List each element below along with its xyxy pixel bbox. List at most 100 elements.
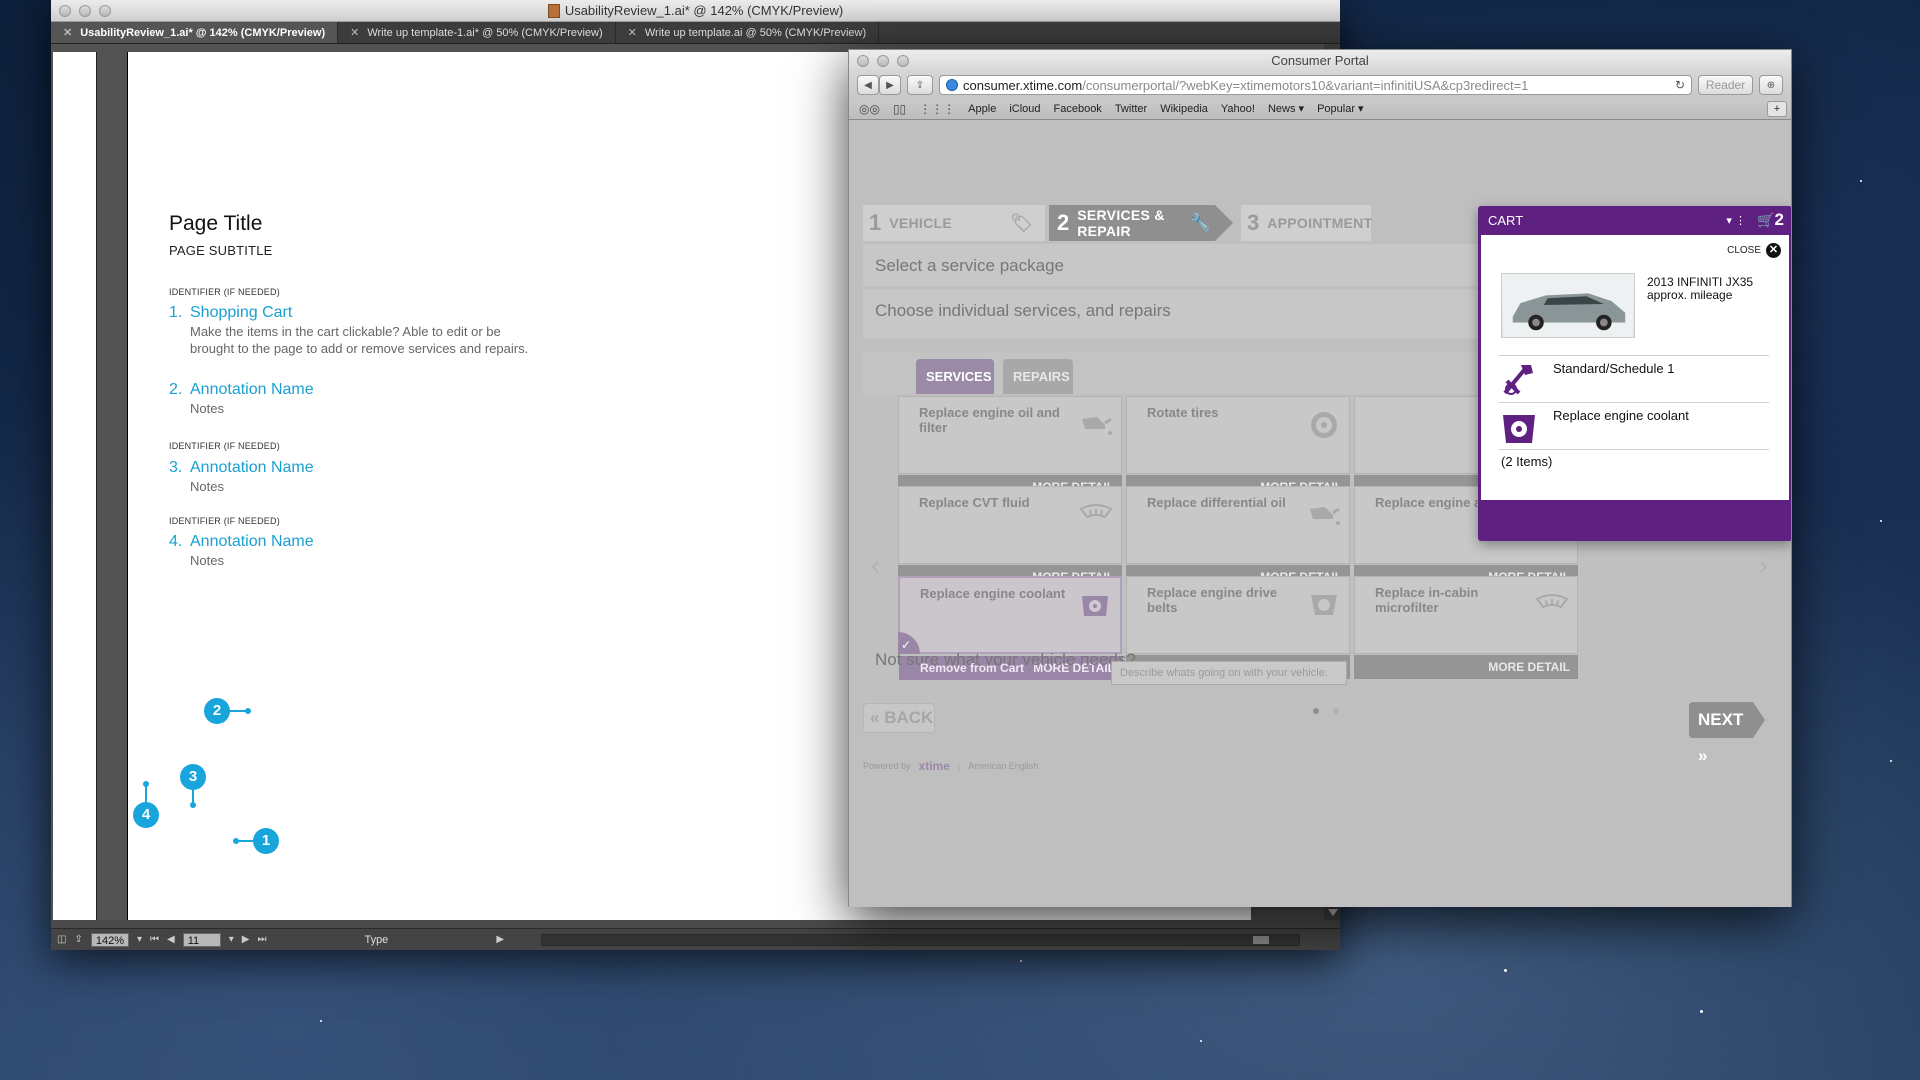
bookmark-apple[interactable]: Apple [968,103,996,115]
annotation-name[interactable]: Annotation Name [190,459,314,477]
bookmark-facebook[interactable]: Facebook [1054,103,1102,115]
annotation-name[interactable]: Annotation Name [190,533,314,551]
bookmark-wikipedia[interactable]: Wikipedia [1160,103,1208,115]
zoom-dropdown-icon[interactable]: ▾ [137,934,142,945]
window-controls [857,55,909,67]
tab-services[interactable]: SERVICES [916,359,994,395]
doc-tab-usability-review[interactable]: ✕ UsabilityReview_1.ai* @ 142% (CMYK/Pre… [51,22,339,43]
service-card[interactable]: Replace in-cabin microfilter MORE DETAIL [1354,576,1578,679]
language-link[interactable]: American English [968,761,1038,771]
describe-issue-input[interactable]: Describe whats going on with your vehicl… [1111,661,1347,685]
artboard-number-field[interactable]: 11 [182,932,221,947]
annotation-notes[interactable]: Make the items in the cart clickable? Ab… [190,323,540,357]
next-button-arrow[interactable] [1753,702,1765,738]
annotation-number[interactable]: 4. [169,533,182,551]
annotation-marker-2[interactable]: 2 [204,698,230,724]
reading-list-icon[interactable]: ◎◎ [859,102,880,116]
prev-artboard-icon[interactable]: ◀ [167,934,175,945]
forward-nav-icon[interactable]: ▶ [879,75,901,95]
share-icon[interactable]: ⇪ [74,934,82,945]
annotation-number[interactable]: 1. [169,304,182,322]
service-card[interactable]: Rotate tires MORE DETAIL [1126,396,1350,499]
back-button[interactable]: « BACK [863,703,935,733]
doc-tab-write-up-template-1[interactable]: ✕ Write up template-1.ai* @ 50% (CMYK/Pr… [338,22,616,43]
pager-dot-active[interactable] [1313,708,1319,714]
cart-header[interactable]: CART ▾ ⋮ 🛒2 [1478,206,1791,235]
cart-item-label[interactable]: Replace engine coolant [1553,408,1689,423]
step-vehicle[interactable]: 1 VEHICLE 🏷 [863,205,1045,241]
identifier-label[interactable]: IDENTIFIER (IF NEEDED) [169,441,280,451]
tab-repairs[interactable]: REPAIRS [1003,359,1073,395]
close-tab-icon[interactable]: ✕ [63,26,72,39]
last-artboard-icon[interactable]: ⏭ [257,934,266,945]
annotation-marker-3[interactable]: 3 [180,764,206,790]
doc-tab-label: Write up template-1.ai* @ 50% (CMYK/Prev… [367,26,603,39]
close-window-button[interactable] [857,55,869,67]
page-title[interactable]: Page Title [169,212,262,236]
annotation-name[interactable]: Shopping Cart [190,304,292,322]
annotation-number[interactable]: 2. [169,381,182,399]
cart-close-button[interactable]: CLOSE ✕ [1727,243,1781,258]
annotation-notes[interactable]: Notes [190,400,540,417]
annotation-notes[interactable]: Notes [190,552,540,569]
reload-icon[interactable]: ↻ [1675,78,1685,92]
first-artboard-icon[interactable]: ⏮ [150,934,159,945]
close-tab-icon[interactable]: ✕ [350,26,359,39]
annotation-marker-1[interactable]: 1 [253,828,279,854]
step-appointment[interactable]: 3 APPOINTMENT [1241,205,1372,241]
remove-from-cart-button[interactable]: Remove from Cart [920,656,1024,680]
artboard-dropdown-icon[interactable]: ▾ [229,934,234,945]
step-services-repair[interactable]: 2 SERVICES & REPAIR 🔧 [1049,205,1215,241]
bookmark-yahoo[interactable]: Yahoo! [1221,103,1255,115]
page-subtitle[interactable]: PAGE SUBTITLE [169,243,273,258]
top-sites-icon[interactable]: ⋮⋮⋮ [919,102,955,116]
identifier-label[interactable]: IDENTIFIER (IF NEEDED) [169,287,280,297]
footer-divider: | [957,761,961,771]
annotation-name[interactable]: Annotation Name [190,381,314,399]
document-icon [547,3,560,18]
status-menu-icon[interactable]: ▶ [496,934,504,945]
chevron-down-icon[interactable]: ▾ ⋮ [1726,214,1746,227]
service-card-selected[interactable]: Replace engine coolant ✓ Remove from Car… [898,576,1123,680]
bookmarks-icon[interactable]: ▯▯ [893,102,906,116]
next-button[interactable]: NEXT » [1689,702,1753,765]
annotation-marker-4[interactable]: 4 [133,802,159,828]
annotation-number[interactable]: 3. [169,459,182,477]
identifier-label[interactable]: IDENTIFIER (IF NEEDED) [169,516,280,526]
pager-dot[interactable] [1333,708,1339,714]
service-card[interactable]: Replace differential oil MORE DETAIL [1126,486,1350,589]
address-bar[interactable]: consumer.xtime.com/consumerportal/?webKe… [939,75,1692,95]
service-card[interactable]: Replace engine oil and filter MORE DETAI… [898,396,1122,499]
service-card[interactable]: Replace engine drive belts MORE DETAIL [1126,576,1350,679]
bookmark-twitter[interactable]: Twitter [1115,103,1147,115]
reader-button[interactable]: Reader [1698,75,1753,95]
more-detail-button[interactable]: MORE DETAIL [1354,655,1578,679]
bookmark-icloud[interactable]: iCloud [1009,103,1040,115]
cart-item-label[interactable]: Standard/Schedule 1 [1553,361,1674,376]
close-tab-icon[interactable]: ✕ [628,26,637,39]
next-artboard-icon[interactable]: ▶ [242,934,250,945]
oil-can-icon [1310,507,1340,525]
close-window-button[interactable] [59,5,71,17]
zoom-window-button[interactable] [897,55,909,67]
minimize-window-button[interactable] [877,55,889,67]
zoom-field[interactable]: 142% [90,932,129,947]
downloads-icon[interactable]: ⊕ [1759,75,1783,95]
horizontal-scrollbar[interactable] [541,934,1300,946]
share-icon[interactable]: ⇪ [907,75,933,95]
bookmark-news[interactable]: News ▾ [1268,102,1304,115]
bookmark-popular[interactable]: Popular ▾ [1317,102,1364,115]
scroll-down-icon[interactable] [1328,909,1338,916]
scroll-thumb[interactable] [1253,936,1269,944]
back-nav-icon[interactable]: ◀ [857,75,879,95]
annotation-notes[interactable]: Notes [190,478,540,495]
status-bar: ◫ ⇪ 142% ▾ ⏮ ◀ 11 ▾ ▶ ⏭ Type ▶ [51,928,1340,950]
zoom-window-button[interactable] [99,5,111,17]
carousel-prev-icon[interactable]: ‹ [871,550,880,581]
doc-tab-write-up-template[interactable]: ✕ Write up template.ai @ 50% (CMYK/Previ… [616,22,880,43]
new-tab-icon[interactable]: + [1767,100,1787,117]
minimize-window-button[interactable] [79,5,91,17]
view-icon[interactable]: ◫ [57,934,66,945]
carousel-next-icon[interactable]: › [1759,550,1768,581]
service-card[interactable]: Replace CVT fluid MORE DETAIL [898,486,1122,589]
